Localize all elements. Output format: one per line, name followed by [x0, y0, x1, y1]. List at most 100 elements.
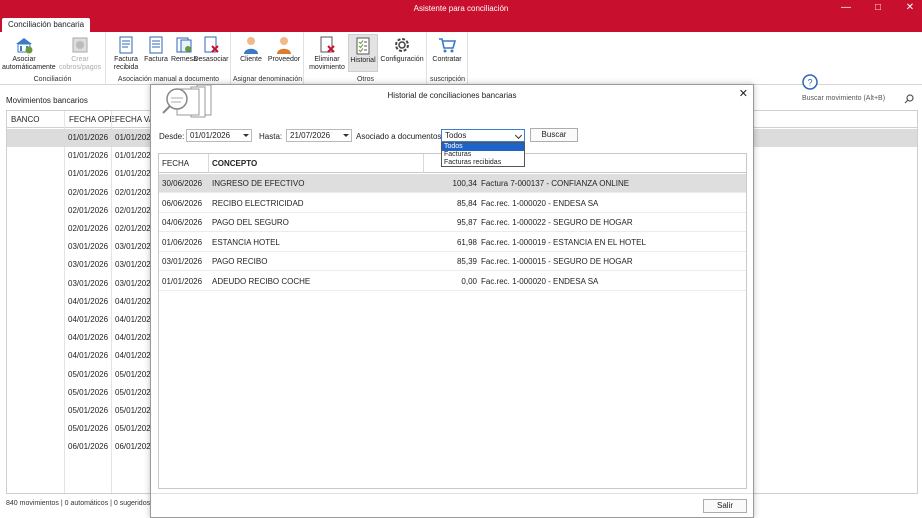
group-label-asociacion: Asociación manual a documento — [117, 76, 220, 83]
hasta-value: 21/07/2026 — [290, 131, 331, 140]
group-label-conciliacion: Conciliación — [33, 76, 72, 83]
status-bar: 840 movimientos | 0 automáticos | 0 suge… — [6, 500, 151, 507]
remittance-icon — [174, 35, 194, 55]
group-label-suscripcion: suscripción — [429, 76, 465, 83]
col-banco[interactable]: BANCO — [11, 115, 39, 124]
cart-icon — [437, 35, 457, 55]
cell-documento: Factura 7-000137 - CONFIANZA ONLINE — [481, 179, 630, 188]
cell-fecha-ope: 05/01/2026 — [68, 387, 109, 397]
desde-label: Desde: — [159, 132, 185, 141]
factura-recibida-button[interactable]: Factura recibida — [109, 34, 143, 72]
hasta-date-picker[interactable]: 21/07/2026 — [286, 129, 352, 142]
unlink-icon — [201, 35, 221, 55]
asociar-automaticamente-button[interactable]: Asociar automáticamente — [2, 34, 56, 72]
auto-associate-icon — [14, 35, 34, 55]
chevron-down-icon[interactable] — [243, 134, 249, 137]
table-row[interactable]: 03/01/2026 PAGO RECIBO 85,39 Fac.rec. 1-000… — [159, 252, 746, 271]
cell-fecha-ope: 05/01/2026 — [68, 369, 109, 379]
tab-conciliacion-bancaria[interactable]: Conciliación bancaria — [2, 18, 91, 32]
cell-concepto: PAGO RECIBO — [212, 257, 268, 266]
cell-documento: Fac.rec. 1-000015 - SEGURO DE HOGAR — [481, 257, 633, 266]
buscar-button[interactable]: Buscar — [530, 128, 578, 142]
cell-importe: 0,00 — [461, 276, 477, 286]
asociado-select[interactable]: Todos — [441, 129, 525, 142]
title-bar: Asistente para conciliación — □ ✕ — [0, 0, 922, 17]
cell-fecha-ope: 01/01/2026 — [68, 169, 109, 179]
cell-fecha-ope: 03/01/2026 — [68, 260, 109, 270]
cell-fecha: 01/01/2026 — [162, 276, 203, 286]
chevron-down-icon[interactable] — [343, 134, 349, 137]
window-title: Asistente para conciliación — [413, 4, 509, 13]
cell-fecha: 04/06/2026 — [162, 218, 203, 227]
gear-icon — [392, 35, 412, 55]
search-area[interactable]: Buscar movimiento (Alt+B) — [802, 94, 918, 106]
client-icon — [241, 35, 261, 55]
cell-fecha: 03/01/2026 — [162, 257, 203, 266]
cell-documento: Fac.rec. 1-000020 - ENDESA SA — [481, 198, 599, 208]
historial-button[interactable]: Historial — [348, 34, 378, 72]
col-concepto[interactable]: CONCEPTO — [212, 159, 257, 168]
cell-fecha-ope: 04/01/2026 — [68, 296, 109, 306]
cell-fecha-ope: 04/01/2026 — [68, 315, 109, 324]
table-row[interactable]: 30/06/2026 INGRESO DE EFECTIVO 100,34 Factu… — [159, 174, 746, 193]
search-input[interactable]: Buscar movimiento (Alt+B) — [802, 95, 885, 102]
hasta-label: Hasta: — [259, 132, 283, 141]
help-icon[interactable]: ? — [802, 74, 818, 90]
cell-importe: 100,34 — [452, 179, 477, 188]
eliminar-movimiento-button[interactable]: Eliminar movimiento — [307, 34, 347, 72]
factura-recibida-label: Factura recibida — [113, 56, 139, 71]
cell-fecha-ope: 05/01/2026 — [68, 406, 109, 415]
cell-fecha-ope: 01/01/2026 — [68, 133, 109, 142]
col-fecha-ope[interactable]: FECHA OPE. — [69, 115, 117, 124]
salir-button[interactable]: Salir — [703, 499, 747, 513]
minimize-icon[interactable]: — — [840, 2, 852, 14]
asociado-value: Todos — [445, 131, 467, 140]
desde-value: 01/01/2026 — [190, 131, 231, 140]
table-row[interactable]: 06/06/2026 RECIBO ELECTRICIDAD 85,84 Fac.re… — [159, 194, 746, 213]
chevron-down-icon[interactable] — [514, 131, 523, 140]
cell-fecha-ope: 02/01/2026 — [68, 205, 109, 215]
cell-importe: 95,87 — [456, 218, 477, 227]
desasociar-button[interactable]: Desasociar — [193, 34, 229, 72]
cell-importe: 61,98 — [456, 237, 477, 247]
supplier-icon — [274, 35, 294, 55]
option-facturas-recibidas[interactable]: Facturas recibidas — [442, 159, 524, 167]
option-facturas[interactable]: Facturas — [442, 151, 524, 159]
col-fecha[interactable]: FECHA — [162, 159, 189, 168]
crear-label: Crear cobros/pagos — [58, 56, 102, 71]
configuracion-button[interactable]: Configuración — [379, 34, 425, 72]
proveedor-label: Proveedor — [267, 56, 301, 63]
cell-importe: 85,39 — [456, 257, 477, 266]
table-row[interactable]: 01/01/2026 ADEUDO RECIBO COCHE 0,00 Fac.rec… — [159, 272, 746, 291]
cell-fecha-ope: 06/01/2026 — [68, 442, 109, 452]
cliente-button[interactable]: Cliente — [234, 34, 268, 72]
maximize-icon[interactable]: □ — [872, 2, 884, 14]
cell-fecha-ope: 04/01/2026 — [68, 333, 109, 343]
cell-fecha-ope: 03/01/2026 — [68, 278, 109, 288]
cell-concepto: ADEUDO RECIBO COCHE — [212, 276, 311, 286]
eliminar-label: Eliminar movimiento — [309, 56, 345, 71]
option-todos[interactable]: Todos — [442, 143, 524, 151]
svg-text:?: ? — [807, 78, 812, 88]
received-invoice-icon — [116, 35, 136, 55]
cell-documento: Fac.rec. 1-000019 - ESTANCIA EN EL HOTEL — [481, 237, 646, 247]
asociado-dropdown-list: Todos Facturas Facturas recibidas — [441, 142, 525, 167]
cell-fecha: 30/06/2026 — [162, 179, 203, 188]
cell-fecha: 01/06/2026 — [162, 237, 203, 247]
desde-date-picker[interactable]: 01/01/2026 — [186, 129, 252, 142]
ribbon: Asociar automáticamente Crear cobros/pag… — [0, 32, 922, 85]
proveedor-button[interactable]: Proveedor — [266, 34, 302, 72]
table-row[interactable]: 01/06/2026 ESTANCIA HOTEL 61,98 Fac.rec. 1-… — [159, 233, 746, 252]
history-grid: FECHA CONCEPTO 30/06/2026 INGRESO DE EFEC… — [158, 153, 747, 489]
cell-concepto: ESTANCIA HOTEL — [212, 237, 280, 247]
dialog-close-icon[interactable]: ✕ — [739, 87, 748, 100]
search-icon[interactable] — [904, 94, 914, 104]
group-label-otros: Otros — [356, 76, 375, 83]
table-row[interactable]: 04/06/2026 PAGO DEL SEGURO 95,87 Fac.rec. 1… — [159, 213, 746, 232]
contratar-button[interactable]: Contratar — [430, 34, 464, 72]
dialog-title: Historial de conciliaciones bancarias — [387, 91, 517, 100]
historial-label: Historial — [350, 57, 376, 64]
crear-cobros-pagos-button[interactable]: Crear cobros/pagos — [58, 34, 102, 72]
invoice-icon — [146, 35, 166, 55]
close-icon[interactable]: ✕ — [904, 2, 916, 14]
